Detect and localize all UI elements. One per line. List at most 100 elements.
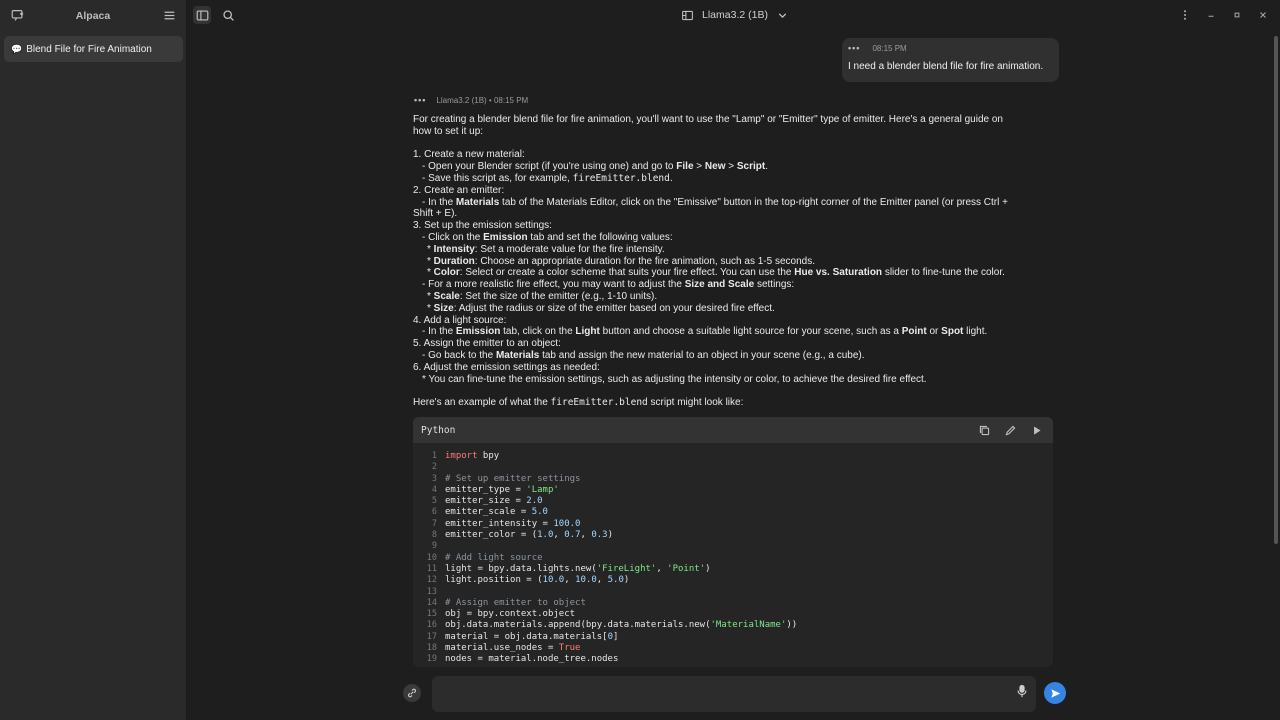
step-detail: - Save this script as, for example, fire… bbox=[422, 172, 673, 184]
step-heading: 6. Adjust the emission settings as neede… bbox=[413, 361, 600, 373]
code-token: bpy bbox=[477, 451, 500, 461]
line-number: 11 bbox=[426, 563, 437, 574]
code-line: 3 # Set up emitter settings bbox=[413, 474, 1053, 485]
step-detail: - For a more realistic fire effect, you … bbox=[422, 279, 795, 291]
code-token: emitter_size = bbox=[445, 496, 527, 507]
menu-icon[interactable] bbox=[160, 7, 178, 25]
code-token: obj.data.materials.append(bpy.data.mater… bbox=[445, 620, 711, 631]
step-detail: - Click on the Emission tab and set the … bbox=[422, 231, 673, 243]
line-number: 13 bbox=[426, 586, 437, 597]
step-detail: Shift + E). bbox=[413, 208, 458, 220]
code-token: 'MaterialName' bbox=[710, 620, 787, 631]
code-token: ] bbox=[612, 631, 619, 642]
code-token: 'FireLight' bbox=[596, 563, 657, 574]
code-line: 10 # Add light source bbox=[413, 553, 1053, 564]
code-token: ) bbox=[623, 575, 630, 586]
code-token: ) bbox=[705, 563, 711, 574]
code-token: emitter_scale = bbox=[445, 507, 532, 518]
step-detail: - Go back to the Materials tab and assig… bbox=[422, 349, 865, 361]
code-token: material = obj.data.materials[ bbox=[445, 631, 608, 642]
chat-scrollbar[interactable] bbox=[1274, 36, 1278, 544]
code-token: 0.3 bbox=[591, 530, 608, 541]
code-line: 11 light = bpy.data.lights.new('FireLight… bbox=[413, 564, 1053, 575]
bot-message-body: For creating a blender blend file for fi… bbox=[413, 114, 1053, 409]
code-token: material.use_nodes = bbox=[445, 643, 559, 654]
code-token: # Add light source bbox=[445, 552, 543, 563]
message-options-icon[interactable]: ••• bbox=[848, 43, 860, 53]
copy-icon[interactable] bbox=[975, 421, 993, 439]
code-token: import bbox=[445, 451, 478, 461]
close-icon[interactable] bbox=[1254, 6, 1272, 24]
new-chat-icon[interactable] bbox=[8, 7, 26, 25]
code-token: emitter_type = bbox=[445, 484, 527, 495]
code-token: 'Point' bbox=[667, 563, 706, 574]
send-button[interactable] bbox=[1044, 682, 1066, 704]
code-line: 4 emitter_type = 'Lamp' bbox=[413, 485, 1053, 496]
search-icon[interactable] bbox=[219, 6, 237, 24]
code-line: 15 obj = bpy.context.object bbox=[413, 609, 1053, 620]
step-detail: * Intensity: Set a moderate value for th… bbox=[427, 243, 665, 255]
step-detail: * You can fine-tune the emission setting… bbox=[422, 373, 927, 385]
edit-icon[interactable] bbox=[1001, 421, 1019, 439]
intro-text: For creating a blender blend file for fi… bbox=[413, 114, 1003, 125]
line-number: 2 bbox=[431, 462, 437, 473]
code-language-label: Python bbox=[421, 424, 456, 436]
code-line: 17 material = obj.data.materials[0] bbox=[413, 632, 1053, 643]
code-block: Python 1 import bpy 2 3 # Set up emitter set… bbox=[413, 417, 1053, 667]
run-icon[interactable] bbox=[1027, 421, 1045, 439]
code-token: emitter_intensity = bbox=[445, 518, 554, 529]
chat-item-label: Blend File for Fire Animation bbox=[26, 43, 152, 55]
code-token: 1.0 bbox=[537, 530, 554, 541]
code-block-header: Python bbox=[413, 417, 1053, 443]
line-number: 12 bbox=[426, 575, 437, 586]
code-token: 'Lamp' bbox=[526, 484, 559, 495]
step-detail: * Color: Select or create a color scheme… bbox=[427, 267, 1005, 279]
attachment-icon[interactable] bbox=[403, 684, 421, 702]
line-number: 17 bbox=[426, 631, 437, 642]
line-number: 7 bbox=[431, 518, 437, 529]
code-line: 14 # Assign emitter to object bbox=[413, 598, 1053, 609]
toggle-sidebar-icon[interactable] bbox=[193, 6, 211, 24]
line-number: 18 bbox=[426, 643, 437, 654]
code-token: , bbox=[596, 575, 608, 586]
line-number: 4 bbox=[431, 484, 437, 495]
minimize-icon[interactable] bbox=[1202, 6, 1220, 24]
code-token: 0.7 bbox=[564, 530, 581, 541]
bot-message-meta: ••• Llama3.2 (1B) • 08:15 PM bbox=[414, 95, 528, 105]
chevron-down-icon bbox=[774, 6, 792, 24]
code-line: 5 emitter_size = 2.0 bbox=[413, 496, 1053, 507]
code-line: 8 emitter_color = (1.0, 0.7, 0.3) bbox=[413, 530, 1053, 541]
microphone-icon[interactable] bbox=[1016, 684, 1028, 701]
model-selector[interactable]: Llama3.2 (1B) bbox=[678, 6, 792, 24]
send-icon bbox=[1050, 688, 1060, 698]
message-input[interactable] bbox=[432, 676, 1036, 712]
more-options-icon[interactable] bbox=[1176, 6, 1194, 24]
code-token: , bbox=[553, 530, 565, 541]
message-options-icon[interactable]: ••• bbox=[414, 95, 426, 105]
line-number: 19 bbox=[426, 654, 437, 665]
intro-text: how to set it up: bbox=[413, 125, 484, 137]
code-line: 13 bbox=[413, 587, 1053, 598]
step-detail: - Open your Blender script (if you're us… bbox=[422, 161, 769, 173]
line-number: 5 bbox=[431, 496, 437, 507]
step-heading: 1. Create a new material: bbox=[413, 149, 525, 161]
chat-bubble-icon: 💬 bbox=[11, 43, 23, 54]
code-line: 18 material.use_nodes = True bbox=[413, 643, 1053, 654]
header-bar: Llama3.2 (1B) bbox=[188, 0, 1280, 31]
code-token: # Assign emitter to object bbox=[445, 597, 586, 608]
code-token: obj = bpy.context.object bbox=[445, 609, 576, 620]
line-number: 3 bbox=[431, 473, 437, 484]
code-token: True bbox=[558, 643, 581, 654]
code-token: 10.0 bbox=[575, 575, 597, 586]
code-line: 2 bbox=[413, 462, 1053, 473]
code-token: # Set up emitter settings bbox=[445, 473, 581, 484]
line-number: 8 bbox=[431, 530, 437, 541]
code-token: emitter_color = ( bbox=[445, 530, 538, 541]
chat-list-item[interactable]: 💬 Blend File for Fire Animation bbox=[4, 36, 183, 62]
maximize-icon[interactable] bbox=[1228, 6, 1246, 24]
code-content: 1 import bpy 2 3 # Set up emitter settings 4 e… bbox=[413, 443, 1053, 666]
code-token: 10.0 bbox=[542, 575, 565, 586]
model-manager-icon[interactable] bbox=[678, 6, 696, 24]
code-token: light = bpy.data.lights.new( bbox=[445, 563, 597, 574]
code-line: 1 import bpy bbox=[413, 451, 1053, 462]
